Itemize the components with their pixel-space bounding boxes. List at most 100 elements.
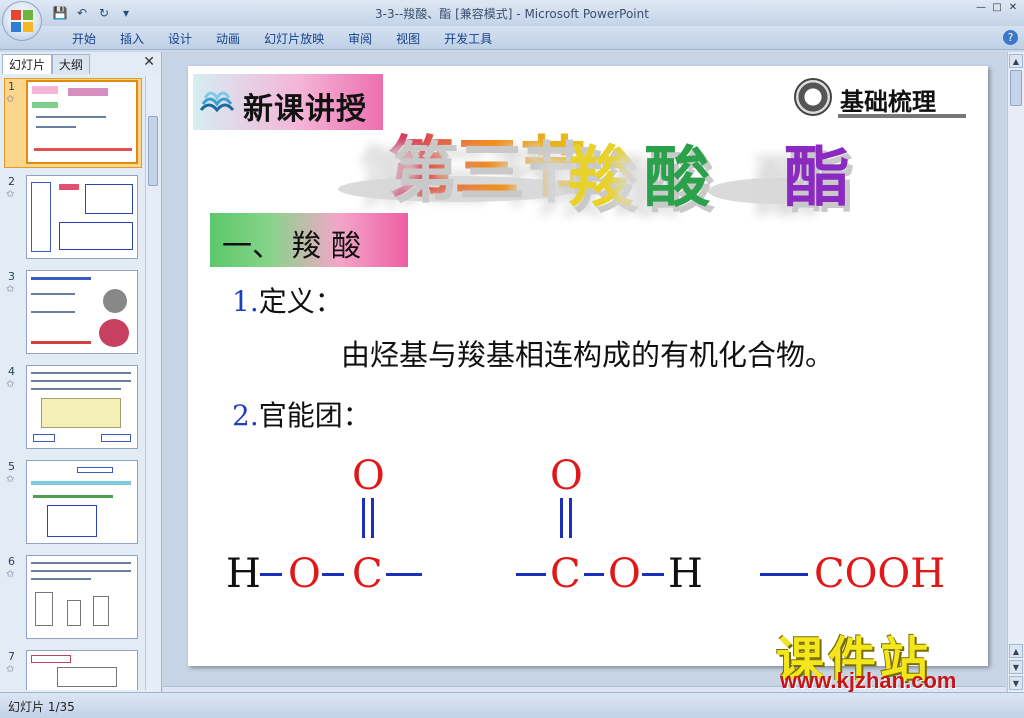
preview-box: [59, 222, 133, 250]
preview-line: [31, 293, 75, 295]
title-bar: 💾 ↶ ↻ ▾ 3-3--羧酸、酯 [兼容模式] - Microsoft Pow…: [0, 0, 1024, 26]
tab-outline[interactable]: 大纲: [52, 54, 91, 74]
slide-canvas[interactable]: 新课讲授 基础梳理 第三节 羧 酸 酯 一、 羧 酸 1.定义： 由烃基与羧基相…: [188, 66, 988, 666]
slide-scrollbar[interactable]: ▲ ▲ ▼ ▼: [1007, 52, 1024, 692]
slide-preview: [26, 365, 138, 449]
slide-thumbnail-5[interactable]: 5 ✩: [2, 458, 146, 550]
help-icon[interactable]: ?: [1003, 30, 1018, 45]
preview-line: [31, 311, 75, 313]
preview-line: [31, 372, 131, 374]
title-section-number: 第三节: [388, 114, 586, 210]
preview-chart: [41, 398, 121, 428]
atom-o-top: O: [550, 453, 583, 499]
minimize-icon[interactable]: —: [974, 2, 988, 14]
single-bond: [760, 573, 808, 576]
brain-badge-icon: [794, 78, 832, 116]
tab-insert[interactable]: 插入: [108, 30, 156, 48]
next-slide-icon[interactable]: ▼: [1009, 660, 1023, 674]
status-bar: 幻灯片 1/35: [0, 692, 1024, 718]
cooh-text: COOH: [814, 551, 946, 597]
preview-line: [31, 341, 91, 344]
slide-thumbnail-2[interactable]: 2 ✩: [2, 173, 146, 265]
animation-star-icon: ✩: [6, 569, 15, 580]
double-bond: [362, 498, 365, 538]
preview-band: [31, 481, 131, 485]
slide-thumbnail-4[interactable]: 4 ✩: [2, 363, 146, 455]
functional-group-heading: 2.官能团：: [232, 394, 371, 434]
single-bond: [642, 573, 664, 576]
slide-preview: [26, 175, 138, 259]
new-lesson-tag: 新课讲授: [193, 74, 383, 130]
animation-star-icon: ✩: [6, 189, 15, 200]
scrollbar-thumb[interactable]: [148, 116, 158, 186]
preview-model: [103, 289, 127, 313]
double-bond: [371, 498, 374, 538]
tab-view[interactable]: 视图: [384, 30, 432, 48]
preview-box: [59, 184, 79, 190]
tab-slideshow[interactable]: 幻灯片放映: [252, 30, 336, 48]
basics-underline: [838, 114, 966, 118]
atom-h: H: [668, 551, 703, 597]
thumbnail-scrollbar[interactable]: [145, 76, 159, 690]
restore-icon[interactable]: □: [990, 2, 1004, 14]
close-icon[interactable]: ✕: [1006, 2, 1020, 14]
scrollbar-thumb[interactable]: [1010, 70, 1022, 106]
preview-box: [33, 434, 55, 442]
slide-thumbnail-6[interactable]: 6 ✩: [2, 553, 146, 645]
animation-star-icon: ✩: [6, 474, 15, 485]
close-icon[interactable]: ✕: [143, 54, 155, 70]
animation-star-icon: ✩: [6, 94, 15, 105]
panel-tabs: 幻灯片 大纲: [2, 54, 160, 74]
animation-star-icon: ✩: [6, 284, 15, 295]
preview-apparatus: [35, 592, 53, 626]
definition-heading: 1.定义：: [232, 280, 343, 320]
slide-counter: 幻灯片 1/35: [8, 700, 75, 714]
preview-box: [85, 184, 133, 214]
preview-model: [99, 319, 129, 347]
watermark-url: www.kjzhan.com: [780, 668, 957, 693]
new-lesson-label: 新课讲授: [243, 92, 367, 127]
preview-line: [31, 277, 91, 280]
slide-thumbnail-7[interactable]: 7 ✩: [2, 648, 146, 690]
tab-slides[interactable]: 幻灯片: [2, 54, 53, 74]
tab-animations[interactable]: 动画: [204, 30, 252, 48]
previous-slide-icon[interactable]: ▲: [1009, 644, 1023, 658]
definition-text: 由烃基与羧基相连构成的有机化合物。: [341, 338, 835, 372]
title-char-acid: 酸: [644, 138, 710, 216]
office-button[interactable]: [2, 1, 42, 41]
slide-thumbnail-3[interactable]: 3 ✩: [2, 268, 146, 360]
slide-thumbnail-1[interactable]: 1 ✩: [2, 78, 146, 170]
tab-review[interactable]: 审阅: [336, 30, 384, 48]
slides-panel: 幻灯片 大纲 ✕ 1 ✩ 2 ✩ 3 ✩ 4 ✩ 5 ✩ 6 ✩ 7 ✩: [0, 52, 162, 692]
preview-line: [31, 562, 131, 564]
slide-editing-area: 新课讲授 基础梳理 第三节 羧 酸 酯 一、 羧 酸 1.定义： 由烃基与羧基相…: [163, 52, 1006, 692]
preview-box: [77, 467, 113, 473]
tab-home[interactable]: 开始: [60, 30, 108, 48]
slide-number: 1: [8, 80, 15, 93]
slide-number: 3: [8, 270, 15, 283]
slide-preview: [26, 650, 138, 690]
slide-thumbnails: 1 ✩ 2 ✩ 3 ✩ 4 ✩ 5 ✩ 6 ✩ 7 ✩: [2, 76, 146, 690]
preview-apparatus: [67, 600, 81, 626]
preview-box: [31, 182, 51, 252]
scroll-up-icon[interactable]: ▲: [1009, 54, 1023, 68]
book-icon: [199, 91, 235, 113]
preview-section: [32, 102, 58, 108]
single-bond: [260, 573, 282, 576]
preview-line: [36, 116, 106, 118]
double-bond: [569, 498, 572, 538]
tab-developer[interactable]: 开发工具: [432, 30, 504, 48]
tab-design[interactable]: 设计: [156, 30, 204, 48]
scroll-down-icon[interactable]: ▼: [1009, 676, 1023, 690]
preview-line: [36, 126, 76, 128]
preview-box: [101, 434, 131, 442]
preview-line: [33, 495, 113, 498]
single-bond: [322, 573, 344, 576]
atom-c: C: [550, 551, 581, 597]
double-bond: [560, 498, 563, 538]
preview-line: [31, 388, 121, 390]
window-controls: — □ ✕: [974, 2, 1020, 14]
section-heading: 一、 羧 酸: [210, 213, 408, 267]
slide-number: 2: [8, 175, 15, 188]
slide-number: 5: [8, 460, 15, 473]
